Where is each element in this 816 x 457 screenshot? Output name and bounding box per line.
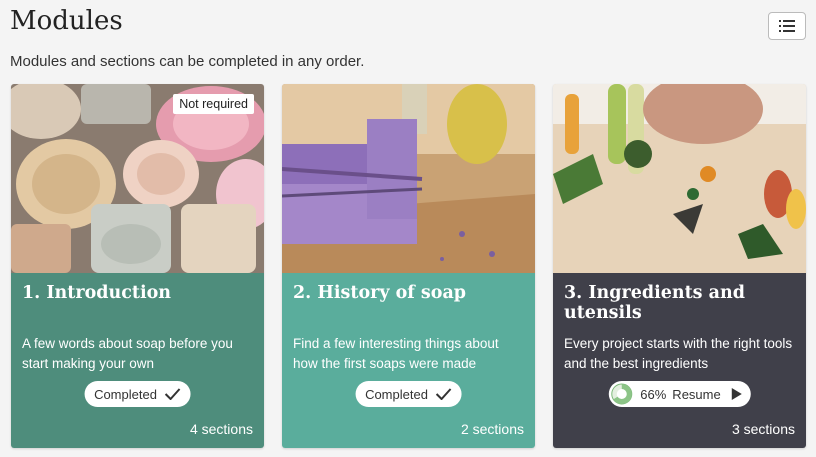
module-title: 3. Ingredients and utensils (564, 283, 745, 323)
module-description: Find a few interesting things about how … (293, 336, 499, 371)
status-label: Completed (365, 386, 428, 402)
module-description: A few words about soap before you start … (22, 336, 233, 371)
checkmark-icon (436, 388, 452, 400)
module-card-introduction[interactable]: Not required 1. Introduction A few words… (11, 84, 264, 448)
completed-status-button[interactable]: Completed (84, 381, 191, 407)
module-card-body: 2. History of soap Find a few interestin… (282, 273, 535, 448)
progress-ring-icon (610, 383, 632, 405)
module-card-body: 3. Ingredients and utensils Every projec… (553, 273, 806, 448)
play-icon (731, 388, 742, 400)
module-card-history-of-soap[interactable]: 2. History of soap Find a few interestin… (282, 84, 535, 448)
list-icon (779, 20, 795, 32)
section-count: 4 sections (189, 421, 253, 437)
completed-status-button[interactable]: Completed (355, 381, 462, 407)
module-image-ingredients (553, 84, 806, 273)
section-count: 2 sections (460, 421, 524, 437)
module-card-list: Not required 1. Introduction A few words… (11, 84, 806, 448)
checkmark-icon (165, 388, 181, 400)
resume-button[interactable]: 66% Resume (608, 381, 751, 407)
module-card-ingredients-and-utensils[interactable]: 3. Ingredients and utensils Every projec… (553, 84, 806, 448)
module-image-lavender-soap (282, 84, 535, 273)
module-title: 2. History of soap (293, 283, 467, 303)
module-description: Every project starts with the right tool… (564, 336, 793, 371)
module-card-body: 1. Introduction A few words about soap b… (11, 273, 264, 448)
resume-label: Resume (672, 386, 721, 402)
page-subtitle: Modules and sections can be completed in… (10, 53, 365, 70)
section-count: 3 sections (731, 421, 795, 437)
progress-percent: 66% (640, 386, 667, 402)
page-title: Modules (10, 6, 123, 36)
not-required-badge: Not required (173, 94, 254, 114)
view-toggle-button[interactable] (768, 12, 806, 40)
module-title: 1. Introduction (22, 283, 171, 303)
status-label: Completed (94, 386, 157, 402)
